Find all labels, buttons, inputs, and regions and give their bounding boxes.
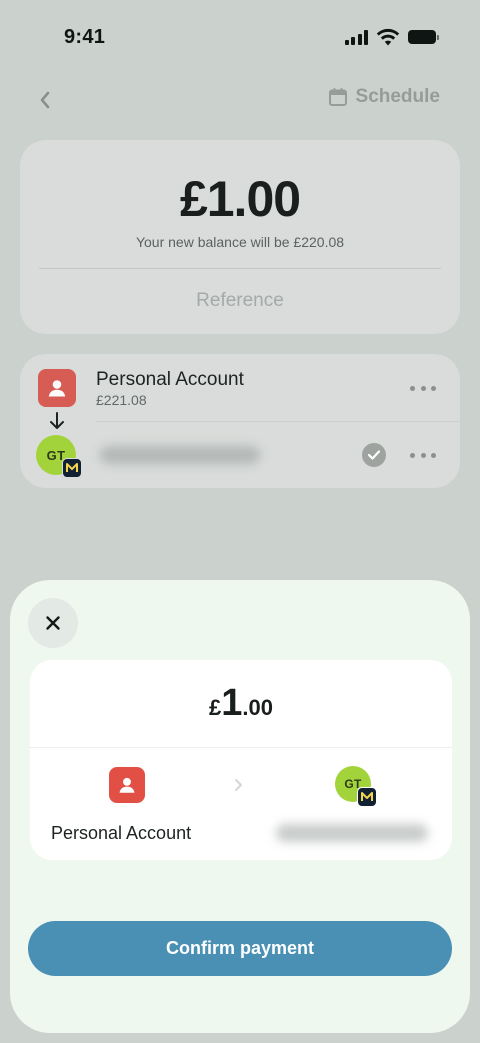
schedule-button[interactable]: Schedule: [328, 86, 440, 108]
amount-card: £1.00 Your new balance will be £220.08 R…: [20, 140, 460, 334]
person-icon: [119, 777, 135, 793]
from-account-label: Personal Account: [51, 823, 192, 843]
check-icon: [362, 443, 386, 467]
more-icon: [410, 452, 415, 458]
confirm-payment-button[interactable]: Confirm payment: [28, 921, 452, 976]
amount-currency: £: [209, 695, 222, 720]
battery-icon: [408, 30, 440, 45]
divider: [96, 421, 460, 422]
status-time: 9:41: [64, 26, 106, 48]
back-chevron-icon: [40, 91, 50, 109]
reference-input[interactable]: Reference: [20, 290, 460, 312]
from-account-more-button[interactable]: [410, 383, 436, 393]
from-account-name: Personal Account: [96, 369, 244, 390]
status-icons: [344, 28, 441, 46]
monzo-icon: [62, 458, 82, 478]
amount-whole: 1: [221, 682, 243, 724]
back-button[interactable]: [30, 84, 60, 116]
chevron-right-icon: [235, 779, 242, 791]
recipient-more-button[interactable]: [410, 450, 436, 460]
status-bar: 9:41: [0, 0, 480, 76]
monzo-icon: [357, 787, 377, 807]
new-balance-note: Your new balance will be £220.08: [135, 234, 345, 250]
divider: [39, 268, 441, 269]
wifi-icon: [376, 28, 400, 46]
recipient-name-redacted: [276, 824, 428, 842]
close-icon: [46, 616, 60, 630]
close-button[interactable]: [28, 598, 78, 648]
from-account-avatar: [109, 767, 145, 803]
confirm-payment-sheet: £1.00 GT Personal Account Confirm paymen…: [10, 580, 470, 1033]
calendar-icon: [328, 88, 347, 106]
amount-decimals: .00: [242, 695, 273, 720]
amount-display[interactable]: £1.00: [20, 170, 460, 228]
personal-account-avatar: [38, 369, 76, 407]
more-icon: [410, 385, 415, 391]
payment-summary-card: £1.00 GT Personal Account: [30, 660, 452, 860]
cellular-signal-icon: [344, 29, 368, 45]
arrow-down-icon: [50, 412, 64, 429]
recipient-name-redacted: [100, 446, 260, 464]
schedule-label: Schedule: [355, 86, 440, 107]
accounts-card: Personal Account £221.08 GT: [20, 354, 460, 488]
summary-amount: £1.00: [30, 682, 452, 725]
divider: [30, 747, 452, 748]
person-icon: [48, 380, 66, 397]
from-account-balance: £221.08: [96, 392, 147, 408]
